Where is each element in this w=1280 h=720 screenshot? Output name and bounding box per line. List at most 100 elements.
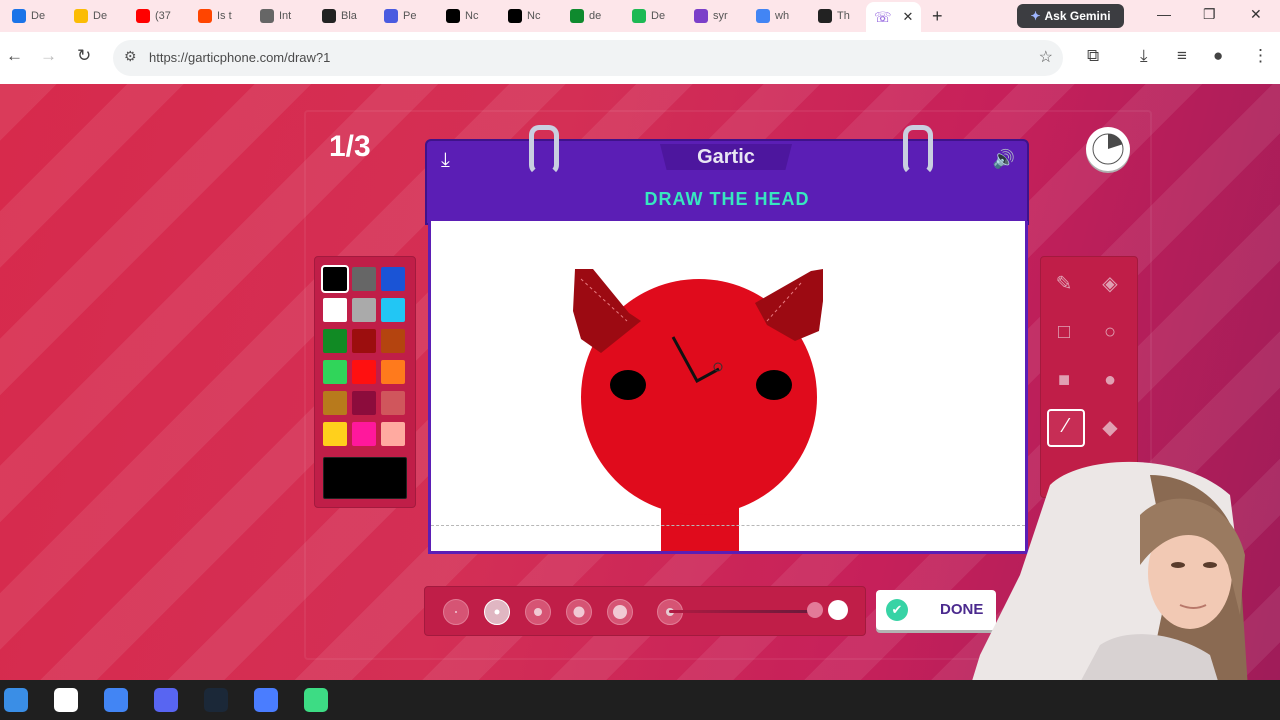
browser-tab[interactable]: de bbox=[570, 4, 601, 28]
browser-tab[interactable]: (37 bbox=[136, 4, 171, 28]
android-app-icon[interactable] bbox=[304, 688, 328, 712]
url-text[interactable]: https://garticphone.com/draw?1 bbox=[149, 50, 330, 65]
browser-tab[interactable]: De bbox=[632, 4, 665, 28]
tab-favicon-icon bbox=[384, 9, 398, 23]
color-swatch[interactable] bbox=[323, 422, 347, 446]
brush-size-option[interactable] bbox=[525, 599, 551, 625]
close-window-button[interactable]: ✕ bbox=[1250, 6, 1262, 23]
media-control-icon[interactable]: ≡ bbox=[1177, 46, 1187, 66]
color-swatch[interactable] bbox=[323, 298, 347, 322]
color-swatch[interactable] bbox=[381, 422, 405, 446]
browser-tab[interactable]: Int bbox=[260, 4, 291, 28]
extensions-icon[interactable]: ⧉ bbox=[1087, 46, 1099, 66]
menu-kebab-icon[interactable]: ⋮ bbox=[1252, 46, 1269, 66]
browser-tab[interactable]: wh bbox=[756, 4, 789, 28]
color-swatch[interactable] bbox=[381, 298, 405, 322]
browser-tab[interactable]: De bbox=[12, 4, 45, 28]
browser-tab[interactable]: Bla bbox=[322, 4, 357, 28]
drawing-canvas[interactable] bbox=[428, 221, 1028, 554]
download-icon[interactable]: ⤓ bbox=[1140, 46, 1148, 66]
bookmark-star-icon[interactable]: ☆ bbox=[1039, 47, 1053, 67]
browser-tab[interactable]: syr bbox=[694, 4, 728, 28]
color-swatch[interactable] bbox=[352, 422, 376, 446]
line-icon[interactable]: ⁄ bbox=[1047, 409, 1085, 447]
fill-bucket-icon[interactable]: ◆ bbox=[1093, 411, 1127, 445]
browser-tab[interactable]: Nc bbox=[446, 4, 478, 28]
restore-button[interactable]: ❐ bbox=[1203, 6, 1216, 23]
brush-size-option[interactable] bbox=[607, 599, 633, 625]
browser-tab-strip: De De (37 Is t Int Bla Pe Nc Nc de De syr wh Th ☏ ✕ +… bbox=[0, 0, 1280, 32]
browser-tab[interactable]: De bbox=[74, 4, 107, 28]
color-swatch[interactable] bbox=[381, 329, 405, 353]
site-settings-icon[interactable]: ⚙ bbox=[124, 48, 137, 65]
tab-label: Int bbox=[279, 10, 292, 22]
opacity-slider-track[interactable] bbox=[669, 610, 821, 613]
brush-size-option[interactable] bbox=[484, 599, 510, 625]
color-swatch[interactable] bbox=[381, 391, 405, 415]
tab-garticphone[interactable]: ☏ ✕ bbox=[866, 2, 922, 32]
color-swatch[interactable] bbox=[323, 360, 347, 384]
tab-favicon-icon bbox=[198, 9, 212, 23]
ask-gemini-button[interactable]: ✦ Ask Gemini bbox=[1017, 4, 1124, 28]
color-swatch[interactable] bbox=[381, 360, 405, 384]
browser-tab[interactable]: Nc bbox=[508, 4, 540, 28]
tab-label: de bbox=[589, 10, 602, 22]
color-swatch[interactable] bbox=[352, 391, 376, 415]
tab-favicon-icon bbox=[136, 9, 150, 23]
tab-label: De bbox=[651, 10, 666, 22]
brush-size-option[interactable] bbox=[566, 599, 592, 625]
download-drawing-icon[interactable]: ⤓ bbox=[441, 149, 450, 172]
tab-favicon-icon bbox=[694, 9, 708, 23]
reload-icon[interactable]: ↻ bbox=[77, 46, 91, 66]
windows-icon[interactable] bbox=[4, 688, 28, 712]
rectangle-outline-icon[interactable]: □ bbox=[1047, 315, 1081, 349]
notebook-ring bbox=[903, 125, 933, 175]
profile-avatar-icon[interactable]: ● bbox=[1213, 46, 1223, 66]
browser-tab[interactable]: Is t bbox=[198, 4, 232, 28]
opacity-max-icon bbox=[828, 600, 848, 620]
minimize-button[interactable]: — bbox=[1157, 6, 1171, 22]
ellipse-fill-icon[interactable]: ● bbox=[1093, 363, 1127, 397]
rectangle-fill-icon[interactable]: ■ bbox=[1047, 363, 1081, 397]
color-swatch[interactable] bbox=[352, 360, 376, 384]
color-swatch[interactable] bbox=[352, 298, 376, 322]
new-tab-button[interactable]: + bbox=[932, 6, 943, 27]
tab-label: syr bbox=[713, 10, 728, 22]
color-swatch[interactable] bbox=[381, 267, 405, 291]
back-arrow-icon[interactable]: ← bbox=[6, 46, 23, 66]
brush-size-option[interactable] bbox=[443, 599, 469, 625]
steam-icon[interactable] bbox=[204, 688, 228, 712]
task-view-icon[interactable] bbox=[54, 688, 78, 712]
opacity-slider-handle[interactable] bbox=[807, 602, 823, 618]
address-bar[interactable]: ⚙ https://garticphone.com/draw?1 ☆ bbox=[113, 40, 1063, 76]
discord-icon[interactable] bbox=[154, 688, 178, 712]
tab-favicon-icon bbox=[508, 9, 522, 23]
color-swatch[interactable] bbox=[323, 391, 347, 415]
color-swatch[interactable] bbox=[323, 329, 347, 353]
roblox-icon[interactable] bbox=[254, 688, 278, 712]
brush-options-bar bbox=[424, 586, 866, 636]
color-swatch[interactable] bbox=[321, 265, 349, 293]
ellipse-outline-icon[interactable]: ○ bbox=[1093, 315, 1127, 349]
tab-label: Nc bbox=[527, 10, 541, 22]
tab-label: (37 bbox=[155, 10, 171, 22]
tab-favicon-icon bbox=[570, 9, 584, 23]
browser-tab[interactable]: Pe bbox=[384, 4, 416, 28]
webcam-overlay bbox=[972, 461, 1248, 680]
drawing-prompt: DRAW THE HEAD bbox=[644, 189, 810, 209]
tab-favicon-icon bbox=[756, 9, 770, 23]
chrome-icon[interactable] bbox=[104, 688, 128, 712]
tab-label: Is t bbox=[217, 10, 232, 22]
color-swatch[interactable] bbox=[352, 329, 376, 353]
color-swatch[interactable] bbox=[352, 267, 376, 291]
eraser-icon[interactable]: ◈ bbox=[1093, 267, 1127, 301]
sound-icon[interactable]: 🔊 bbox=[993, 149, 1015, 170]
browser-tab[interactable]: Th bbox=[818, 4, 850, 28]
checkmark-icon: ✔ bbox=[886, 599, 908, 621]
tab-favicon-icon bbox=[446, 9, 460, 23]
tab-label: Th bbox=[837, 10, 850, 22]
phone-icon: ☏ bbox=[874, 8, 892, 25]
close-tab-icon[interactable]: ✕ bbox=[903, 9, 914, 25]
forward-arrow-icon[interactable]: → bbox=[40, 46, 57, 66]
pencil-icon[interactable]: ✎ bbox=[1047, 267, 1081, 301]
